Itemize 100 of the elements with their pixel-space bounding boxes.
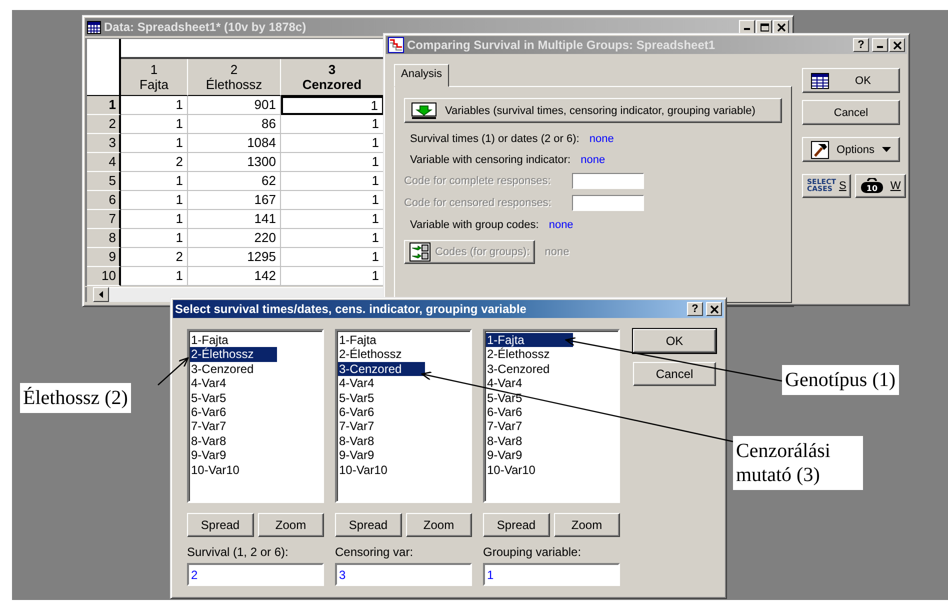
table-cell: 1 xyxy=(121,134,188,153)
list-item[interactable]: 10-Var10 xyxy=(486,462,573,478)
table-cell: 86 xyxy=(188,115,281,134)
row-header[interactable]: 4 xyxy=(87,153,121,172)
field-value: none xyxy=(580,154,606,166)
table-cell: 142 xyxy=(188,267,281,286)
row-header[interactable]: 1 xyxy=(87,96,121,115)
row-header[interactable]: 10 xyxy=(87,267,121,286)
table-cell: 167 xyxy=(188,191,281,210)
list-item[interactable]: 3-Cenzored xyxy=(338,362,425,376)
list-item[interactable]: 2-Élethossz xyxy=(190,347,277,362)
row-header[interactable]: 7 xyxy=(87,210,121,229)
table-cell: 62 xyxy=(188,172,281,191)
table-cell: 1 xyxy=(121,172,188,191)
input-field[interactable]: 2 xyxy=(187,563,324,586)
field-label: Variable with censoring indicator: xyxy=(410,154,571,166)
list-item[interactable]: 8-Var8 xyxy=(486,434,573,448)
table-cell: 1 xyxy=(281,96,384,115)
field-value: none xyxy=(589,132,614,144)
table-cell: 1300 xyxy=(188,153,281,172)
row-header[interactable]: 2 xyxy=(87,115,121,134)
field-label: Variable with group codes: xyxy=(410,218,539,230)
window-title: Comparing Survival in Multiple Groups: Spreadsheet1 xyxy=(407,38,716,52)
table-cell: 901 xyxy=(188,96,281,115)
weight-button[interactable]: 10 W xyxy=(855,174,906,198)
list-item[interactable]: 5-Var5 xyxy=(190,390,277,406)
input-field[interactable]: 3 xyxy=(335,563,472,586)
table-cell: 1 xyxy=(121,96,188,115)
list-item[interactable]: 4-Var4 xyxy=(190,376,277,391)
table-cell: 2 xyxy=(121,153,188,172)
list-button[interactable]: Zoom xyxy=(554,513,620,537)
variables-button[interactable]: Variables (survival times, censoring indicator, grouping variable) xyxy=(404,98,782,123)
input-field[interactable]: 1 xyxy=(483,563,620,586)
field-label: Code for censored responses: xyxy=(404,197,552,209)
list-item[interactable]: 8-Var8 xyxy=(338,434,425,448)
list-item[interactable]: 4-Var4 xyxy=(338,376,425,391)
row-header[interactable]: 9 xyxy=(87,248,121,267)
list-item[interactable]: 5-Var5 xyxy=(338,390,425,406)
column-header[interactable]: 1 Fajta xyxy=(121,59,188,96)
table-cell: 1 xyxy=(121,115,188,134)
table-cell: 1 xyxy=(121,267,188,286)
row-header[interactable]: 6 xyxy=(87,191,121,210)
field-value: none xyxy=(544,246,570,258)
list-item[interactable]: 9-Var9 xyxy=(190,448,277,463)
cancel-button[interactable]: Cancel xyxy=(633,362,716,386)
list-item[interactable]: 10-Var10 xyxy=(190,462,277,478)
table-cell: 1084 xyxy=(188,134,281,153)
list-item[interactable]: 1-Fajta xyxy=(486,333,573,348)
table-cell: 1 xyxy=(121,191,188,210)
list-item[interactable]: 8-Var8 xyxy=(190,434,277,448)
list-item[interactable]: 6-Var6 xyxy=(190,405,277,420)
list-item[interactable]: 9-Var9 xyxy=(486,448,573,463)
row-header[interactable]: 3 xyxy=(87,134,121,153)
list-button[interactable]: Spread xyxy=(187,513,254,537)
table-cell: 141 xyxy=(188,210,281,229)
list-button[interactable]: Zoom xyxy=(258,513,324,537)
ok-button[interactable]: OK xyxy=(633,329,716,353)
list-item[interactable]: 4-Var4 xyxy=(486,376,573,391)
list-item[interactable]: 5-Var5 xyxy=(486,390,573,406)
table-cell: 220 xyxy=(188,229,281,248)
table-cell: 1 xyxy=(121,210,188,229)
column-header[interactable]: 2 Élethossz xyxy=(188,59,281,96)
annotation-label: Élethossz (2) xyxy=(20,383,131,413)
list-button[interactable]: Spread xyxy=(483,513,550,537)
tab[interactable]: Analysis xyxy=(394,64,449,87)
list-item[interactable]: 7-Var7 xyxy=(338,419,425,434)
field-label: Grouping variable: xyxy=(483,545,582,559)
annotation-label: Cenzorálási mutató (3) xyxy=(733,436,863,490)
ok-button[interactable]: OK xyxy=(802,68,900,93)
field-value: none xyxy=(548,218,574,230)
list-item[interactable]: 9-Var9 xyxy=(338,448,425,463)
variable-list[interactable]: 1-Fajta 2-Élethossz 3-Cenzored 4-Var4 5-Var5 6-Var6 7-Var7 8-Var8 9-Var9 10-Var10 xyxy=(483,329,620,503)
list-item[interactable]: 7-Var7 xyxy=(486,419,573,434)
field-label: Code for complete responses: xyxy=(404,175,552,187)
list-item[interactable]: 1-Fajta xyxy=(338,333,425,348)
list-item[interactable]: 7-Var7 xyxy=(190,419,277,434)
variable-list[interactable]: 1-Fajta 2-Élethossz 3-Cenzored 4-Var4 5-Var5 6-Var6 7-Var7 8-Var8 9-Var9 10-Var10 xyxy=(335,329,472,503)
row-header[interactable]: 5 xyxy=(87,172,121,191)
list-item[interactable]: 2-Élethossz xyxy=(338,347,425,362)
list-item[interactable]: 1-Fajta xyxy=(190,333,277,348)
cancel-button[interactable]: Cancel xyxy=(802,100,900,125)
help-button[interactable]: ? xyxy=(687,302,703,316)
list-item[interactable]: 2-Élethossz xyxy=(486,347,573,362)
list-button[interactable]: Zoom xyxy=(406,513,472,537)
list-item[interactable]: 3-Cenzored xyxy=(190,362,277,376)
window-title: Data: Spreadsheet1* (10v by 1878c) xyxy=(104,20,308,34)
variable-list[interactable]: 1-Fajta 2-Élethossz 3-Cenzored 4-Var4 5-Var5 6-Var6 7-Var7 8-Var8 9-Var9 10-Var10 xyxy=(187,329,324,503)
column-header[interactable]: 3 Cenzored xyxy=(281,59,384,96)
options-button[interactable]: Options xyxy=(802,137,900,162)
list-item[interactable]: 3-Cenzored xyxy=(486,362,573,376)
row-header[interactable]: 8 xyxy=(87,229,121,248)
list-item[interactable]: 10-Var10 xyxy=(338,462,425,478)
window-title: Select survival times/dates, cens. indicator, grouping variable xyxy=(175,302,528,316)
list-item[interactable]: 6-Var6 xyxy=(486,405,573,420)
field-label: Survival times (1) or dates (2 or 6): xyxy=(410,132,580,144)
list-button[interactable]: Spread xyxy=(335,513,402,537)
annotation-label: Genotípus (1) xyxy=(782,365,899,395)
field-label: Censoring var: xyxy=(335,545,414,559)
table-cell: 2 xyxy=(121,248,188,267)
list-item[interactable]: 6-Var6 xyxy=(338,405,425,420)
